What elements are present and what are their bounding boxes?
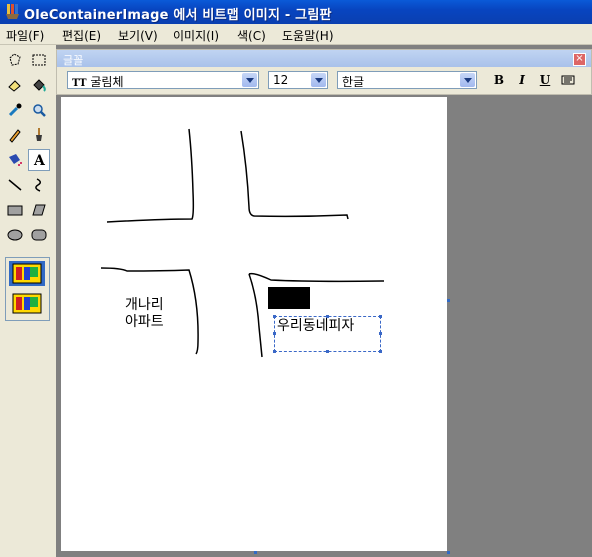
resize-handle[interactable]	[379, 315, 382, 318]
apartment-label-line1: 개나리	[125, 297, 164, 313]
polygon-icon[interactable]	[28, 199, 50, 221]
resize-handle[interactable]	[273, 332, 276, 335]
resize-handle[interactable]	[379, 350, 382, 353]
resize-handle[interactable]	[379, 332, 382, 335]
underline-button[interactable]: U	[536, 73, 554, 89]
line-icon[interactable]	[4, 174, 26, 196]
airbrush-icon[interactable]	[4, 149, 26, 171]
rect-select-icon[interactable]	[28, 49, 50, 71]
vertical-text-icon[interactable]	[559, 73, 577, 89]
italic-button[interactable]: I	[513, 73, 531, 89]
curve-icon[interactable]	[28, 174, 50, 196]
color-picker-icon[interactable]	[4, 99, 26, 121]
font-name-select[interactable]: TT 굴림체	[67, 71, 259, 89]
tool-options	[5, 257, 50, 321]
brush-icon[interactable]	[28, 124, 50, 146]
title-bar: OleContainerImage 에서 비트맵 이미지 - 그림판	[0, 0, 592, 24]
resize-handle[interactable]	[273, 315, 276, 318]
svg-text:A: A	[33, 153, 46, 168]
text-input-box[interactable]: 우리동네피자	[273, 315, 382, 353]
text-icon[interactable]: A	[28, 149, 50, 171]
canvas-resize-handle[interactable]	[447, 299, 450, 302]
font-size-select[interactable]: 12	[268, 71, 328, 89]
canvas-resize-handle[interactable]	[447, 551, 450, 554]
text-input-value[interactable]: 우리동네피자	[277, 318, 354, 335]
close-icon[interactable]: ×	[573, 53, 586, 66]
chevron-down-icon[interactable]	[242, 73, 257, 87]
fill-icon[interactable]	[28, 74, 50, 96]
menu-bar: 파일(F) 편집(E) 보기(V) 이미지(I) 색(C) 도움말(H)	[0, 24, 592, 45]
text-transparent-option[interactable]	[9, 291, 45, 316]
resize-handle[interactable]	[326, 315, 329, 318]
toolbox: A	[0, 45, 56, 557]
paint-app-icon[interactable]	[4, 3, 20, 20]
fonts-toolbar-titlebar[interactable]: 글꼴 ×	[57, 50, 591, 67]
bold-button[interactable]: B	[490, 73, 508, 89]
menu-colors[interactable]: 색(C)	[237, 27, 266, 44]
menu-help[interactable]: 도움말(H)	[282, 27, 334, 44]
eraser-icon[interactable]	[4, 74, 26, 96]
window-title: OleContainerImage 에서 비트맵 이미지 - 그림판	[24, 8, 332, 23]
magnifier-icon[interactable]	[28, 99, 50, 121]
font-size-value: 12	[273, 73, 289, 87]
pencil-icon[interactable]	[4, 124, 26, 146]
chevron-down-icon[interactable]	[311, 73, 326, 87]
ellipse-icon[interactable]	[4, 224, 26, 246]
apartment-label: 개나리 아파트	[125, 297, 164, 331]
font-script-select[interactable]: 한글	[337, 71, 477, 89]
resize-handle[interactable]	[326, 350, 329, 353]
drawing-canvas[interactable]: 개나리 아파트 우리동네피자	[61, 97, 447, 551]
rectangle-icon[interactable]	[4, 199, 26, 221]
text-opaque-option[interactable]	[9, 261, 45, 286]
fonts-toolbar-title: 글꼴	[63, 54, 84, 67]
canvas-resize-handle[interactable]	[254, 551, 257, 554]
map-drawing	[100, 128, 385, 358]
resize-handle[interactable]	[273, 350, 276, 353]
rounded-rect-icon[interactable]	[28, 224, 50, 246]
truetype-icon: TT	[72, 78, 87, 89]
font-script-value: 한글	[342, 75, 365, 89]
fonts-toolbar: 글꼴 × TT 굴림체 12 한글 B I U	[56, 49, 592, 95]
apartment-label-line2: 아파트	[125, 314, 164, 330]
font-name-value: 굴림체	[90, 75, 124, 89]
pizza-shop-marker	[268, 287, 310, 309]
menu-view[interactable]: 보기(V)	[118, 27, 158, 44]
chevron-down-icon[interactable]	[460, 73, 475, 87]
free-select-icon[interactable]	[4, 49, 26, 71]
menu-image[interactable]: 이미지(I)	[173, 27, 219, 44]
menu-file[interactable]: 파일(F)	[6, 27, 44, 44]
menu-edit[interactable]: 편집(E)	[62, 27, 101, 44]
